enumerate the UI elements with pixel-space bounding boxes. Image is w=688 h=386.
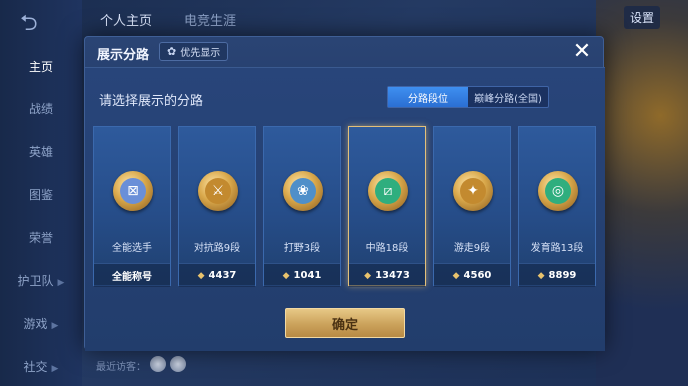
lane-card-mid[interactable]: ⧄ 中路18段 ◆ 13473 <box>348 126 426 287</box>
points-icon: ◆ <box>452 270 460 281</box>
points-icon: ◆ <box>537 270 545 281</box>
points-icon: ◆ <box>197 270 205 281</box>
lane-card-label: 发育路13段 <box>530 243 584 254</box>
lane-card-footer: 全能称号 <box>94 263 170 287</box>
tab-profile[interactable]: 个人主页 <box>100 10 152 29</box>
back-arrow-icon[interactable]: ⮌ <box>20 6 38 44</box>
sidebar-item-home[interactable]: 主页 <box>0 58 82 75</box>
priority-display-button[interactable]: ✿ 优先显示 <box>159 42 229 61</box>
visitor-avatar[interactable] <box>170 356 186 372</box>
close-button[interactable]: ✕ <box>570 40 594 64</box>
lane-card-footer: ◆ 4560 <box>434 263 510 287</box>
points-icon: ◆ <box>364 270 372 281</box>
dialog-header: 展示分路 ✿ 优先显示 ✕ <box>85 37 603 67</box>
settings-button[interactable]: 设置 <box>623 6 660 29</box>
tab-esports[interactable]: 电竞生涯 <box>184 10 236 29</box>
clash-lane-emblem-icon: ⚔ <box>198 171 238 211</box>
tab-peak-lane[interactable]: 巅峰分路(全国) <box>468 87 548 107</box>
chevron-right-icon: ▶ <box>51 364 59 374</box>
lane-display-dialog: 展示分路 ✿ 优先显示 ✕ 请选择展示的分路 分路段位 巅峰分路(全国) ⊠ 全… <box>84 36 605 351</box>
lane-card-label: 游走9段 <box>453 243 491 254</box>
tab-lane-rank[interactable]: 分路段位 <box>388 87 468 107</box>
lane-card-label: 对抗路9段 <box>193 243 241 254</box>
recent-visitors-label: 最近访客： <box>96 362 146 373</box>
lane-card-label: 全能选手 <box>112 243 152 254</box>
lane-card-list: ⊠ 全能选手 全能称号 ⚔ 对抗路9段 ◆ 4437 ❀ 打野3段 ◆ 1041… <box>93 126 597 287</box>
lane-card-farm[interactable]: ◎ 发育路13段 ◆ 8899 <box>518 126 596 287</box>
sidebar-item-codex[interactable]: 图鉴 <box>0 186 82 203</box>
dialog-title: 展示分路 <box>97 48 150 63</box>
sidebar-item-honor[interactable]: 荣誉 <box>0 229 82 246</box>
lane-card-label: 打野3段 <box>283 243 321 254</box>
lane-card-label: 中路18段 <box>365 243 409 254</box>
farm-lane-emblem-icon: ◎ <box>538 171 578 211</box>
points-icon: ◆ <box>282 270 290 281</box>
chevron-right-icon: ▶ <box>51 321 59 331</box>
chevron-right-icon: ▶ <box>57 278 65 288</box>
sidebar-item-guard[interactable]: 护卫队 ▶ <box>0 272 82 289</box>
lane-card-all-round[interactable]: ⊠ 全能选手 全能称号 <box>93 126 171 287</box>
dialog-body: 请选择展示的分路 分路段位 巅峰分路(全国) ⊠ 全能选手 全能称号 ⚔ 对抗路… <box>85 67 605 351</box>
sidebar-item-social[interactable]: 社交 ▶ <box>0 358 82 375</box>
roam-emblem-icon: ✦ <box>453 171 493 211</box>
sidebar-item-heroes[interactable]: 英雄 <box>0 143 82 160</box>
lane-card-footer: ◆ 13473 <box>349 263 425 287</box>
lane-card-footer: ◆ 1041 <box>264 263 340 287</box>
lane-mode-switch[interactable]: 分路段位 巅峰分路(全国) <box>387 86 549 108</box>
priority-display-label: 优先显示 <box>180 48 221 59</box>
select-prompt: 请选择展示的分路 <box>99 94 204 109</box>
lane-card-clash[interactable]: ⚔ 对抗路9段 ◆ 4437 <box>178 126 256 287</box>
sidebar: ⮌ 主页 战绩 英雄 图鉴 荣誉 护卫队 ▶ 游戏 ▶ 社交 ▶ <box>0 0 82 386</box>
sidebar-item-record[interactable]: 战绩 <box>0 100 82 117</box>
gear-icon: ✿ <box>167 45 177 58</box>
jungle-emblem-icon: ❀ <box>283 171 323 211</box>
confirm-button[interactable]: 确定 <box>285 308 405 338</box>
visitor-avatar[interactable] <box>150 356 166 372</box>
lane-card-roam[interactable]: ✦ 游走9段 ◆ 4560 <box>433 126 511 287</box>
sidebar-item-game[interactable]: 游戏 ▶ <box>0 315 82 332</box>
lane-card-footer: ◆ 4437 <box>179 263 255 287</box>
hero-art <box>596 0 688 386</box>
lane-card-footer: ◆ 8899 <box>519 263 595 287</box>
all-round-emblem-icon: ⊠ <box>113 171 153 211</box>
mid-lane-emblem-icon: ⧄ <box>368 171 408 211</box>
lane-card-jungle[interactable]: ❀ 打野3段 ◆ 1041 <box>263 126 341 287</box>
